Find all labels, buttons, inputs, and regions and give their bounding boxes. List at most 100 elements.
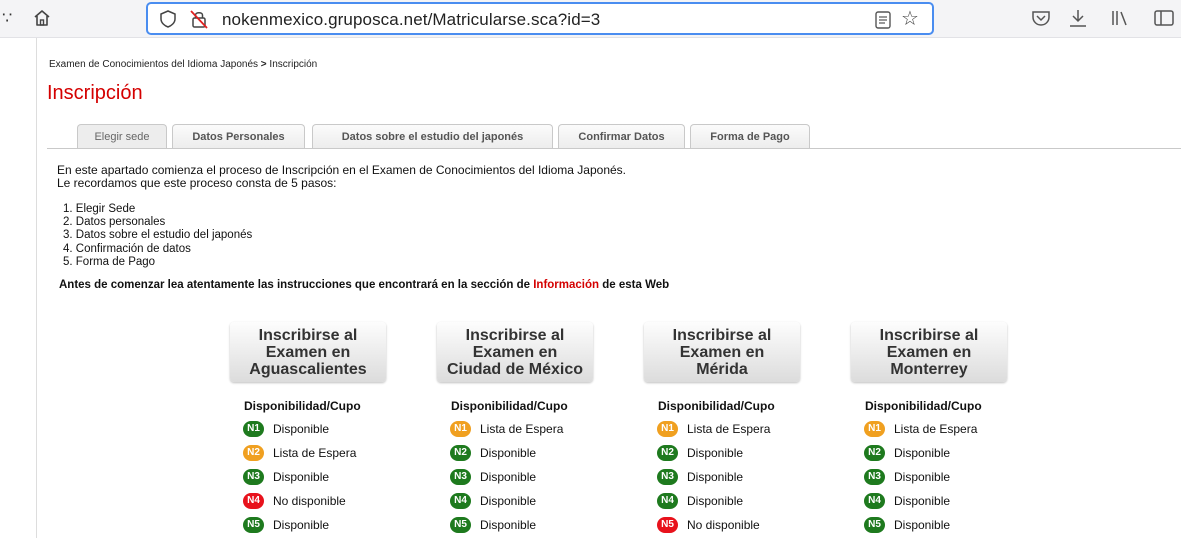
notice-text-after: de esta Web [599, 279, 670, 291]
availability-item: N1 Lista de Espera [657, 417, 814, 441]
enroll-button-label: Inscribirse al [879, 327, 979, 344]
enroll-venue-button[interactable]: Inscribirse al Examen en Ciudad de México [437, 322, 593, 382]
address-bar[interactable]: nokenmexico.gruposca.net/Matricularse.sc… [146, 2, 934, 35]
toolbar-edge-glyph: ∵ [2, 10, 13, 27]
url-text[interactable]: nokenmexico.gruposca.net/Matricularse.sc… [222, 10, 600, 30]
instructions-notice: Antes de comenzar lea atentamente las in… [59, 279, 669, 291]
pocket-icon[interactable] [1030, 7, 1052, 29]
availability-item: N3 Disponible [243, 465, 400, 489]
level-badge: N5 [243, 517, 264, 533]
breadcrumb-parent[interactable]: Examen de Conocimientos del Idioma Japon… [49, 59, 258, 70]
availability-list: N1 Disponible N2 Lista de Espera N3 Disponibl… [243, 417, 400, 537]
breadcrumb: Examen de Conocimientos del Idioma Japon… [49, 59, 317, 70]
level-badge: N2 [657, 445, 678, 461]
tab-baseline [47, 148, 1181, 149]
availability-status: Disponible [894, 446, 951, 460]
enroll-button-label: Inscribirse al [465, 327, 565, 344]
intro-line-2: Le recordamos que este proceso consta de… [57, 176, 337, 190]
availability-item: N5 Disponible [243, 513, 400, 537]
level-badge: N4 [657, 493, 678, 509]
level-badge: N2 [243, 445, 264, 461]
availability-header: Disponibilidad/Cupo [658, 399, 775, 413]
level-badge: N5 [657, 517, 678, 533]
enroll-button-label: Inscribirse al [672, 327, 772, 344]
level-badge: N3 [657, 469, 678, 485]
availability-item: N4 Disponible [657, 489, 814, 513]
tab-confirmar-datos[interactable]: Confirmar Datos [558, 124, 685, 149]
availability-item: N1 Disponible [243, 417, 400, 441]
availability-item: N3 Disponible [450, 465, 607, 489]
download-icon[interactable] [1067, 7, 1089, 29]
availability-status: Disponible [687, 494, 744, 508]
enroll-button-label: Ciudad de México [446, 361, 584, 378]
step-item: 1. Elegir Sede [63, 203, 136, 215]
availability-item: N4 No disponible [243, 489, 400, 513]
level-badge: N5 [450, 517, 471, 533]
level-badge: N1 [243, 421, 264, 437]
enroll-button-label: Examen en [472, 344, 558, 361]
availability-item: N3 Disponible [864, 465, 1021, 489]
tab-elegir-sede[interactable]: Elegir sede [77, 124, 167, 149]
level-badge: N2 [864, 445, 885, 461]
breadcrumb-current: Inscripción [269, 59, 318, 70]
breadcrumb-separator: > [260, 59, 267, 70]
availability-item: N5 Disponible [864, 513, 1021, 537]
sidebar-icon[interactable] [1153, 7, 1175, 29]
enroll-button-label: Monterrey [890, 361, 968, 378]
availability-item: N2 Disponible [450, 441, 607, 465]
enroll-button-label: Mérida [696, 361, 748, 378]
tab-datos-personales[interactable]: Datos Personales [172, 124, 305, 149]
enroll-button-label: Examen en [679, 344, 765, 361]
enroll-venue-button[interactable]: Inscribirse al Examen en Aguascalientes [230, 322, 386, 382]
enroll-venue-button[interactable]: Inscribirse al Examen en Monterrey [851, 322, 1007, 382]
availability-status: Disponible [894, 494, 951, 508]
availability-item: N3 Disponible [657, 465, 814, 489]
level-badge: N3 [450, 469, 471, 485]
availability-status: Disponible [894, 470, 951, 484]
availability-status: Disponible [894, 518, 951, 532]
availability-item: N1 Lista de Espera [450, 417, 607, 441]
shield-icon[interactable] [160, 10, 176, 28]
level-badge: N1 [450, 421, 471, 437]
step-item: 3. Datos sobre el estudio del japonés [63, 229, 253, 242]
availability-item: N5 Disponible [450, 513, 607, 537]
enroll-button-label: Aguascalientes [249, 361, 367, 378]
home-icon[interactable] [32, 8, 52, 28]
venue-column: Inscribirse al Examen en Mérida Disponibili… [644, 322, 814, 537]
level-badge: N3 [864, 469, 885, 485]
step-item: 5. Forma de Pago [63, 255, 156, 268]
level-badge: N4 [243, 493, 264, 509]
step-item: 2. Datos personales [63, 216, 166, 229]
venue-column: Inscribirse al Examen en Ciudad de México D… [437, 322, 607, 537]
availability-status: Lista de Espera [894, 422, 978, 436]
availability-status: Lista de Espera [480, 422, 564, 436]
level-badge: N1 [657, 421, 678, 437]
availability-status: Disponible [480, 494, 537, 508]
level-badge: N3 [243, 469, 264, 485]
availability-status: Lista de Espera [687, 422, 771, 436]
tab-forma-de-pago[interactable]: Forma de Pago [690, 124, 810, 149]
availability-status: Disponible [273, 518, 330, 532]
tab-datos-estudio[interactable]: Datos sobre el estudio del japonés [312, 124, 553, 149]
star-icon[interactable]: ☆ [901, 9, 919, 29]
intro-text: En este apartado comienza el proceso de … [57, 164, 626, 190]
enroll-venue-button[interactable]: Inscribirse al Examen en Mérida [644, 322, 800, 382]
availability-header: Disponibilidad/Cupo [244, 399, 361, 413]
availability-list: N1 Lista de Espera N2 Disponible N3 Disponibl… [864, 417, 1021, 537]
informacion-link[interactable]: Información [533, 279, 599, 291]
page-title: Inscripción [47, 82, 143, 104]
availability-status: Disponible [480, 470, 537, 484]
enroll-button-label: Examen en [886, 344, 972, 361]
reader-icon[interactable] [875, 11, 891, 29]
lock-slash-icon[interactable] [190, 9, 208, 29]
library-icon[interactable] [1109, 7, 1131, 29]
availability-header: Disponibilidad/Cupo [865, 399, 982, 413]
left-divider [36, 38, 37, 538]
availability-status: Disponible [273, 422, 330, 436]
availability-item: N1 Lista de Espera [864, 417, 1021, 441]
level-badge: N4 [450, 493, 471, 509]
availability-item: N5 No disponible [657, 513, 814, 537]
availability-status: Disponible [480, 518, 537, 532]
availability-status: Disponible [480, 446, 537, 460]
availability-status: Disponible [687, 446, 744, 460]
